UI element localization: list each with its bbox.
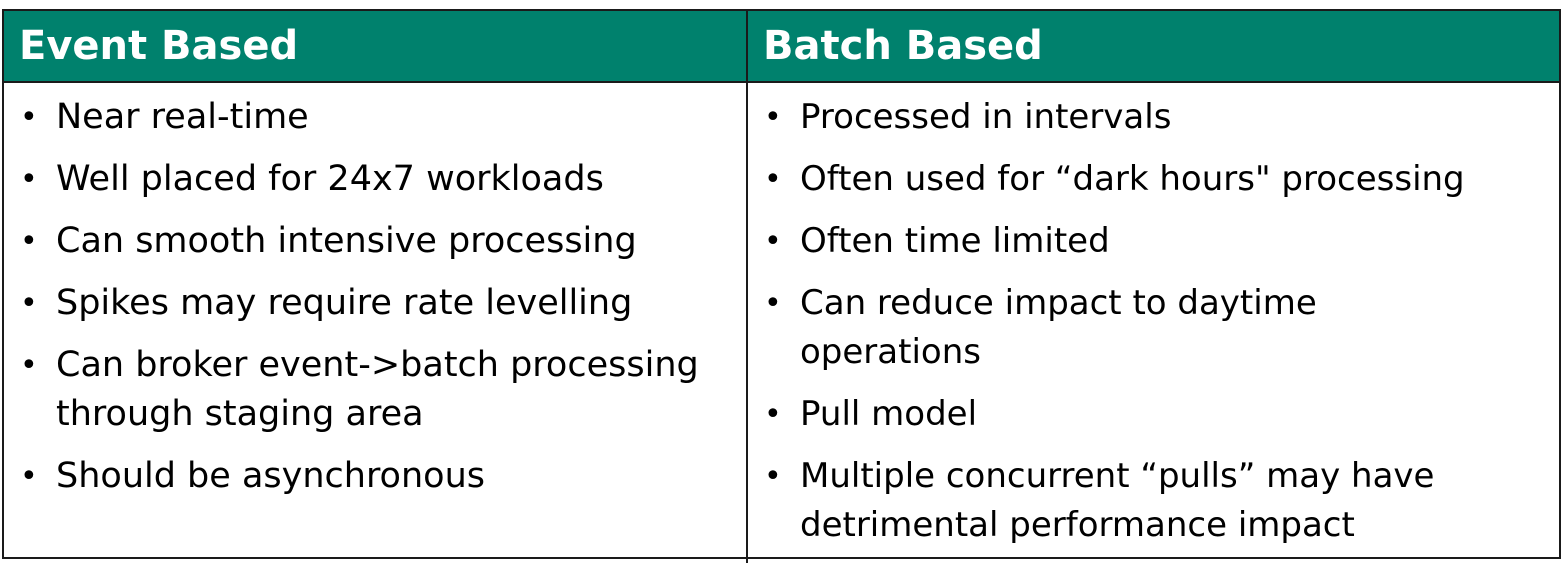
list-item-text: Processed in intervals bbox=[800, 97, 1172, 137]
list-item-text: Spikes may require rate levelling bbox=[56, 283, 633, 323]
list-item: • Often used for “dark hours" processing bbox=[748, 155, 1559, 204]
header-event-based: Event Based bbox=[4, 11, 748, 83]
bullet-icon: • bbox=[764, 459, 782, 494]
bullet-icon: • bbox=[20, 224, 38, 259]
list-item: • Can reduce impact to daytime operations bbox=[748, 279, 1559, 377]
list-item: • Multiple concurrent “pulls” may have de… bbox=[748, 452, 1559, 550]
bullet-icon: • bbox=[20, 162, 38, 197]
list-item-text: Near real-time bbox=[56, 97, 309, 137]
list-item: • Can smooth intensive processing bbox=[4, 217, 746, 266]
bullet-icon: • bbox=[764, 397, 782, 432]
event-based-list: • Near real-time • Well placed for 24x7 wo… bbox=[4, 93, 746, 501]
bullet-icon: • bbox=[764, 162, 782, 197]
header-batch-based: Batch Based bbox=[748, 11, 1559, 83]
list-item-text: Often used for “dark hours" processing bbox=[800, 159, 1465, 199]
list-item-text: Should be asynchronous bbox=[56, 456, 485, 496]
bullet-icon: • bbox=[764, 100, 782, 135]
comparison-table: Event Based Batch Based • Near real-time … bbox=[2, 9, 1561, 563]
list-item: • Can broker event->batch processing thro… bbox=[4, 341, 746, 439]
bullet-icon: • bbox=[20, 348, 38, 383]
batch-based-column: • Processed in intervals • Often used for … bbox=[748, 83, 1559, 563]
bullet-icon: • bbox=[20, 100, 38, 135]
list-item-text: Can broker event->batch processing throu… bbox=[56, 345, 699, 434]
list-item: • Spikes may require rate levelling bbox=[4, 279, 746, 328]
list-item: • Should be asynchronous bbox=[4, 452, 746, 501]
list-item-text: Can smooth intensive processing bbox=[56, 221, 637, 261]
event-based-column: • Near real-time • Well placed for 24x7 wo… bbox=[4, 83, 748, 563]
bullet-icon: • bbox=[764, 224, 782, 259]
batch-based-list: • Processed in intervals • Often used for … bbox=[748, 93, 1559, 550]
bullet-icon: • bbox=[20, 459, 38, 494]
list-item-text: Pull model bbox=[800, 394, 978, 434]
list-item: • Near real-time bbox=[4, 93, 746, 142]
list-item-text: Can reduce impact to daytime operations bbox=[800, 283, 1317, 372]
list-item-text: Well placed for 24x7 workloads bbox=[56, 159, 604, 199]
list-item-text: Multiple concurrent “pulls” may have det… bbox=[800, 456, 1435, 545]
bullet-icon: • bbox=[764, 286, 782, 321]
list-item-text: Often time limited bbox=[800, 221, 1110, 261]
list-item: • Pull model bbox=[748, 390, 1559, 439]
list-item: • Processed in intervals bbox=[748, 93, 1559, 142]
list-item: • Often time limited bbox=[748, 217, 1559, 266]
bullet-icon: • bbox=[20, 286, 38, 321]
list-item: • Well placed for 24x7 workloads bbox=[4, 155, 746, 204]
